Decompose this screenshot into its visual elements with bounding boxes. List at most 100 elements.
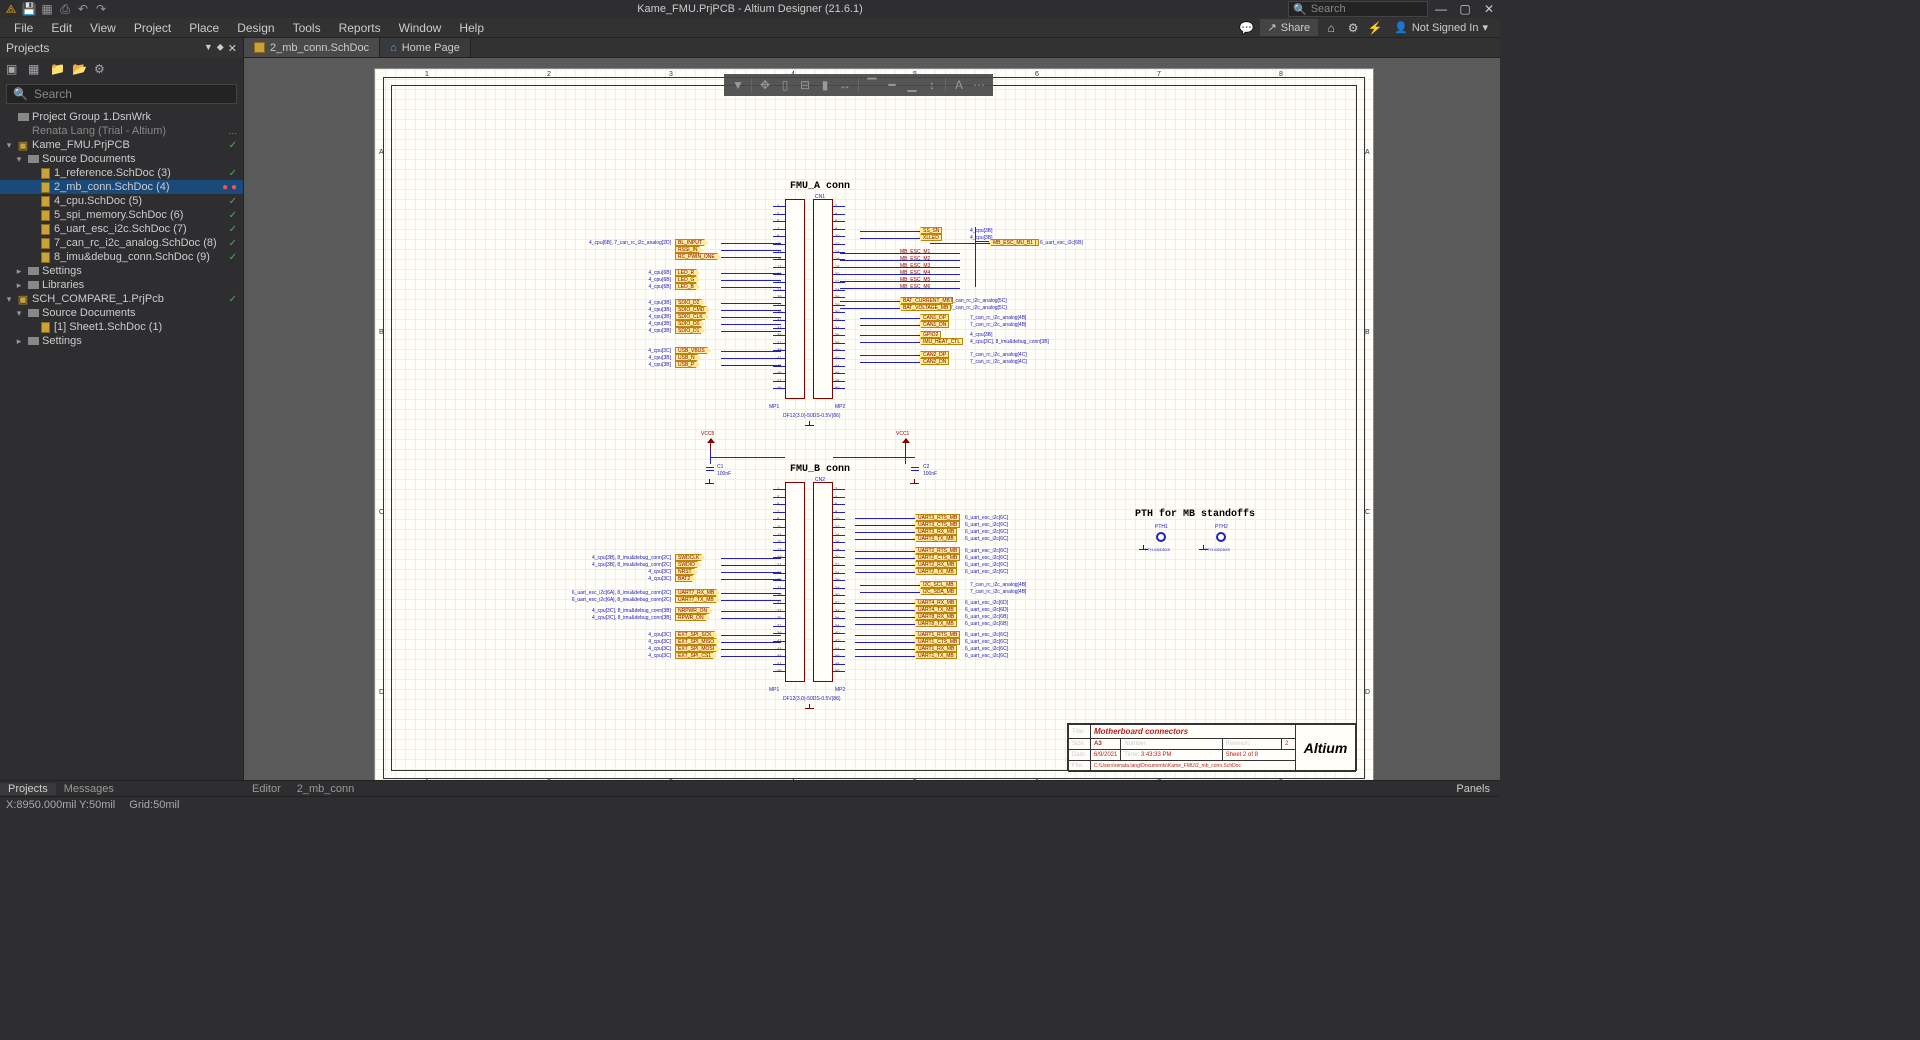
net-label: UART7_TX_MB bbox=[675, 596, 717, 603]
menu-design[interactable]: Design bbox=[229, 19, 282, 37]
block-title-b: FMU_B conn bbox=[790, 464, 850, 475]
distribute-h-icon[interactable]: ↔ bbox=[836, 76, 854, 94]
block-title-pth: PTH for MB standoffs bbox=[1135, 509, 1255, 520]
tree-row[interactable]: Renata Lang (Trial - Altium)... bbox=[0, 124, 243, 138]
more-icon[interactable]: ⋯ bbox=[970, 76, 988, 94]
global-search[interactable]: 🔍 Search bbox=[1288, 1, 1428, 17]
close-button[interactable]: ✕ bbox=[1478, 1, 1500, 17]
c2-ref: C2 bbox=[923, 464, 929, 470]
redo-icon[interactable]: ↷ bbox=[94, 2, 108, 16]
signin-button[interactable]: 👤 Not Signed In ▾ bbox=[1388, 21, 1494, 34]
net-ref: 4_cpu[3C], 8_imu&debug_conn[3B] bbox=[970, 339, 1049, 345]
net-label: SDIO_D1 bbox=[675, 327, 702, 334]
home-icon[interactable]: ⌂ bbox=[1322, 19, 1340, 37]
tree-row[interactable]: 6_uart_esc_i2c.SchDoc (7)✓ bbox=[0, 222, 243, 236]
tree-row[interactable]: 4_cpu.SchDoc (5)✓ bbox=[0, 194, 243, 208]
net-label: I2C_SDA_MB bbox=[920, 588, 957, 595]
cap-c1 bbox=[706, 464, 714, 474]
tree-row[interactable]: 8_imu&debug_conn.SchDoc (9)✓ bbox=[0, 250, 243, 264]
tb-time: 3:43:33 PM bbox=[1141, 752, 1172, 758]
undo-icon[interactable]: ↶ bbox=[76, 2, 90, 16]
tree-row[interactable]: 5_spi_memory.SchDoc (6)✓ bbox=[0, 208, 243, 222]
align-mid-icon[interactable]: ━ bbox=[883, 76, 901, 94]
notification-icon[interactable]: ⚡ bbox=[1366, 19, 1384, 37]
net-label: UART3_RX_MB bbox=[915, 528, 957, 535]
menu-file[interactable]: File bbox=[6, 19, 41, 37]
net-ref: 6_uart_esc_i2c[6C] bbox=[965, 646, 1008, 652]
distribute-v-icon[interactable]: ↕ bbox=[923, 76, 941, 94]
folder2-icon[interactable]: 📂 bbox=[72, 62, 86, 76]
maximize-button[interactable]: ▢ bbox=[1454, 1, 1476, 17]
dropdown-icon[interactable]: ▼ bbox=[204, 42, 213, 55]
net-ref: 6_uart_esc_i2c[6C] bbox=[965, 639, 1008, 645]
tab-projects[interactable]: Projects bbox=[0, 783, 56, 795]
save-icon[interactable]: 💾 bbox=[22, 2, 36, 16]
align-right-icon[interactable]: ▮ bbox=[816, 76, 834, 94]
menu-help[interactable]: Help bbox=[451, 19, 492, 37]
net-label: SDIO_D0 bbox=[675, 320, 702, 327]
net-label: EXT_SPI_MISO bbox=[675, 638, 717, 645]
tree-row[interactable]: ▾Source Documents bbox=[0, 152, 243, 166]
tree-row[interactable]: ▸Libraries bbox=[0, 278, 243, 292]
tree-row[interactable]: 1_reference.SchDoc (3)✓ bbox=[0, 166, 243, 180]
net-label: SWDIO bbox=[675, 561, 698, 568]
align-top-icon[interactable]: ▔ bbox=[863, 76, 881, 94]
net-label: I2C_SCL_MB bbox=[920, 581, 957, 588]
print-icon[interactable]: ⎙ bbox=[58, 2, 72, 16]
pin-icon[interactable]: ⬥ bbox=[217, 42, 224, 55]
net-label: SDIO_D2 bbox=[675, 299, 702, 306]
tree-row[interactable]: [1] Sheet1.SchDoc (1) bbox=[0, 320, 243, 334]
align-bot-icon[interactable]: ▁ bbox=[903, 76, 921, 94]
panel-close-icon[interactable]: ✕ bbox=[228, 42, 237, 55]
schematic-sheet[interactable]: 1122334455667788AABBCCDD FMU_A conn CN1 … bbox=[374, 68, 1374, 788]
panel-search[interactable]: 🔍 Search bbox=[6, 84, 237, 104]
cn2-mp1: MP1 bbox=[769, 687, 779, 693]
tree-row[interactable]: ▸Settings bbox=[0, 334, 243, 348]
open-icon[interactable]: ▦ bbox=[40, 2, 54, 16]
schematic-viewport[interactable]: ▼ ✥ ▯ ⊟ ▮ ↔ ▔ ━ ▁ ↕ A ⋯ 1122334455667788… bbox=[244, 58, 1500, 796]
panels-button[interactable]: Panels bbox=[1446, 783, 1500, 795]
tab-messages[interactable]: Messages bbox=[56, 783, 122, 795]
share-button[interactable]: ↗ Share bbox=[1260, 19, 1319, 36]
tree-row[interactable]: ▾▣SCH_COMPARE_1.PrjPcb✓ bbox=[0, 292, 243, 306]
gear-icon[interactable]: ⚙ bbox=[1344, 19, 1362, 37]
tb-date-label: Date: bbox=[1069, 750, 1091, 761]
comment-icon[interactable]: 💬 bbox=[1238, 19, 1256, 37]
pwr-vcc5 bbox=[710, 439, 711, 449]
menu-window[interactable]: Window bbox=[391, 19, 450, 37]
tab-editor[interactable]: Editor bbox=[244, 783, 289, 795]
altium-logo: Altium bbox=[1304, 740, 1348, 756]
tree-row[interactable]: 7_can_rc_i2c_analog.SchDoc (8)✓ bbox=[0, 236, 243, 250]
net-label: UART1_CTS_MB bbox=[915, 638, 960, 645]
tree-row[interactable]: Project Group 1.DsnWrk bbox=[0, 110, 243, 124]
folder-icon[interactable]: 📁 bbox=[50, 62, 64, 76]
align-center-icon[interactable]: ⊟ bbox=[796, 76, 814, 94]
editor-area: 2_mb_conn.SchDoc ⌂ Home Page ▼ ✥ ▯ ⊟ ▮ ↔… bbox=[244, 38, 1500, 796]
net-label: UART2_CTS_MB bbox=[915, 554, 960, 561]
menu-project[interactable]: Project bbox=[126, 19, 179, 37]
move-icon[interactable]: ✥ bbox=[756, 76, 774, 94]
tab-doc[interactable]: 2_mb_conn bbox=[289, 783, 363, 795]
filter-icon[interactable]: ▼ bbox=[729, 76, 747, 94]
tree-row[interactable]: 2_mb_conn.SchDoc (4)● ● bbox=[0, 180, 243, 194]
tree-row[interactable]: ▾Source Documents bbox=[0, 306, 243, 320]
tab-schdoc[interactable]: 2_mb_conn.SchDoc bbox=[244, 38, 380, 57]
menu-place[interactable]: Place bbox=[181, 19, 227, 37]
net-label: UART7_RX_MB bbox=[675, 589, 717, 596]
net-ref: 4_cpu[3C] bbox=[545, 632, 671, 638]
new-icon[interactable]: ▣ bbox=[6, 62, 20, 76]
text-icon[interactable]: A bbox=[950, 76, 968, 94]
minimize-button[interactable]: — bbox=[1430, 1, 1452, 17]
menu-edit[interactable]: Edit bbox=[43, 19, 80, 37]
tree-row[interactable]: ▸Settings bbox=[0, 264, 243, 278]
menu-tools[interactable]: Tools bbox=[285, 19, 329, 37]
net-label: BL_INPUT bbox=[675, 239, 705, 246]
menu-reports[interactable]: Reports bbox=[331, 19, 389, 37]
open-proj-icon[interactable]: ▦ bbox=[28, 62, 42, 76]
menu-view[interactable]: View bbox=[82, 19, 124, 37]
settings-icon[interactable]: ⚙ bbox=[94, 62, 108, 76]
tab-home[interactable]: ⌂ Home Page bbox=[380, 38, 471, 57]
align-left-icon[interactable]: ▯ bbox=[776, 76, 794, 94]
tree-row[interactable]: ▾▣Kame_FMU.PrjPCB✓ bbox=[0, 138, 243, 152]
net-ref: 6_uart_esc_i2c[6C] bbox=[965, 653, 1008, 659]
